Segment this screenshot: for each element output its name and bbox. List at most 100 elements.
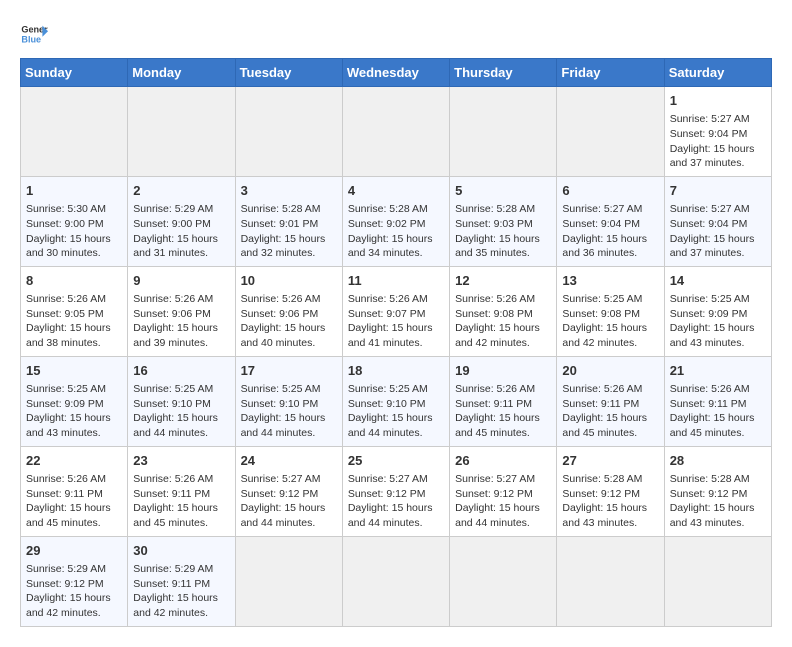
calendar-cell: 17 Sunrise: 5:25 AM Sunset: 9:10 PM Dayl…	[235, 356, 342, 446]
daylight-label: Daylight: 15 hours and 44 minutes.	[133, 412, 218, 439]
day-number: 24	[241, 452, 337, 470]
sunrise: Sunrise: 5:29 AM	[133, 203, 213, 215]
day-number: 5	[455, 182, 551, 200]
sunrise: Sunrise: 5:25 AM	[26, 383, 106, 395]
daylight-label: Daylight: 15 hours and 42 minutes.	[133, 592, 218, 619]
daylight-label: Daylight: 15 hours and 32 minutes.	[241, 233, 326, 260]
daylight-label: Daylight: 15 hours and 36 minutes.	[562, 233, 647, 260]
sunset: Sunset: 9:09 PM	[670, 308, 748, 320]
calendar-week-row: 8 Sunrise: 5:26 AM Sunset: 9:05 PM Dayli…	[21, 266, 772, 356]
day-number: 28	[670, 452, 766, 470]
daylight-label: Daylight: 15 hours and 42 minutes.	[26, 592, 111, 619]
day-number: 9	[133, 272, 229, 290]
sunrise: Sunrise: 5:28 AM	[670, 473, 750, 485]
sunrise: Sunrise: 5:26 AM	[26, 473, 106, 485]
day-number: 26	[455, 452, 551, 470]
sunset: Sunset: 9:06 PM	[133, 308, 211, 320]
logo-icon: General Blue	[20, 20, 48, 48]
sunset: Sunset: 9:11 PM	[562, 398, 639, 410]
sunrise: Sunrise: 5:26 AM	[670, 383, 750, 395]
calendar-cell	[342, 87, 449, 177]
sunset: Sunset: 9:09 PM	[26, 398, 104, 410]
sunrise: Sunrise: 5:27 AM	[348, 473, 428, 485]
calendar-cell: 1 Sunrise: 5:30 AM Sunset: 9:00 PM Dayli…	[21, 176, 128, 266]
calendar-week-row: 1 Sunrise: 5:30 AM Sunset: 9:00 PM Dayli…	[21, 176, 772, 266]
sunset: Sunset: 9:10 PM	[133, 398, 211, 410]
calendar-cell: 3 Sunrise: 5:28 AM Sunset: 9:01 PM Dayli…	[235, 176, 342, 266]
sunset: Sunset: 9:12 PM	[455, 488, 533, 500]
daylight-label: Daylight: 15 hours and 43 minutes.	[562, 502, 647, 529]
sunset: Sunset: 9:10 PM	[348, 398, 426, 410]
calendar-cell	[128, 87, 235, 177]
sunrise: Sunrise: 5:28 AM	[241, 203, 321, 215]
day-number: 3	[241, 182, 337, 200]
sunrise: Sunrise: 5:25 AM	[562, 293, 642, 305]
daylight-label: Daylight: 15 hours and 35 minutes.	[455, 233, 540, 260]
day-number: 16	[133, 362, 229, 380]
sunset: Sunset: 9:03 PM	[455, 218, 533, 230]
calendar-cell: 22 Sunrise: 5:26 AM Sunset: 9:11 PM Dayl…	[21, 446, 128, 536]
calendar-cell: 14 Sunrise: 5:25 AM Sunset: 9:09 PM Dayl…	[664, 266, 771, 356]
sunset: Sunset: 9:11 PM	[670, 398, 747, 410]
col-header-friday: Friday	[557, 59, 664, 87]
daylight-label: Daylight: 15 hours and 44 minutes.	[348, 412, 433, 439]
sunset: Sunset: 9:08 PM	[455, 308, 533, 320]
day-number: 11	[348, 272, 444, 290]
day-number: 29	[26, 542, 122, 560]
daylight-label: Daylight: 15 hours and 43 minutes.	[670, 322, 755, 349]
day-number: 23	[133, 452, 229, 470]
sunrise: Sunrise: 5:27 AM	[670, 203, 750, 215]
day-number: 4	[348, 182, 444, 200]
sunrise: Sunrise: 5:26 AM	[133, 293, 213, 305]
daylight-label: Daylight: 15 hours and 43 minutes.	[26, 412, 111, 439]
sunset: Sunset: 9:12 PM	[562, 488, 640, 500]
sunrise: Sunrise: 5:26 AM	[26, 293, 106, 305]
sunset: Sunset: 9:00 PM	[26, 218, 104, 230]
day-number: 18	[348, 362, 444, 380]
day-number: 1	[26, 182, 122, 200]
calendar-cell: 8 Sunrise: 5:26 AM Sunset: 9:05 PM Dayli…	[21, 266, 128, 356]
sunrise: Sunrise: 5:27 AM	[562, 203, 642, 215]
calendar-cell: 16 Sunrise: 5:25 AM Sunset: 9:10 PM Dayl…	[128, 356, 235, 446]
daylight-label: Daylight: 15 hours and 44 minutes.	[241, 412, 326, 439]
day-number: 15	[26, 362, 122, 380]
sunrise: Sunrise: 5:26 AM	[455, 293, 535, 305]
calendar-cell	[450, 536, 557, 626]
sunset: Sunset: 9:08 PM	[562, 308, 640, 320]
sunrise: Sunrise: 5:26 AM	[133, 473, 213, 485]
day-number: 10	[241, 272, 337, 290]
day-number: 21	[670, 362, 766, 380]
col-header-saturday: Saturday	[664, 59, 771, 87]
calendar-cell	[342, 536, 449, 626]
calendar-week-row: 29 Sunrise: 5:29 AM Sunset: 9:12 PM Dayl…	[21, 536, 772, 626]
sunrise: Sunrise: 5:25 AM	[241, 383, 321, 395]
calendar-cell: 23 Sunrise: 5:26 AM Sunset: 9:11 PM Dayl…	[128, 446, 235, 536]
daylight-label: Daylight: 15 hours and 38 minutes.	[26, 322, 111, 349]
calendar-cell: 30 Sunrise: 5:29 AM Sunset: 9:11 PM Dayl…	[128, 536, 235, 626]
sunset: Sunset: 9:07 PM	[348, 308, 426, 320]
col-header-sunday: Sunday	[21, 59, 128, 87]
daylight-label: Daylight: 15 hours and 30 minutes.	[26, 233, 111, 260]
sunrise: Sunrise: 5:28 AM	[348, 203, 428, 215]
sunset: Sunset: 9:12 PM	[348, 488, 426, 500]
daylight-label: Daylight: 15 hours and 31 minutes.	[133, 233, 218, 260]
sunset: Sunset: 9:00 PM	[133, 218, 211, 230]
daylight-label: Daylight: 15 hours and 45 minutes.	[670, 412, 755, 439]
day-number: 6	[562, 182, 658, 200]
sunrise: Sunrise: 5:25 AM	[670, 293, 750, 305]
daylight-label: Daylight: 15 hours and 39 minutes.	[133, 322, 218, 349]
sunset: Sunset: 9:10 PM	[241, 398, 319, 410]
daylight-label: Daylight: 15 hours and 42 minutes.	[455, 322, 540, 349]
calendar-cell	[235, 536, 342, 626]
calendar-cell: 21 Sunrise: 5:26 AM Sunset: 9:11 PM Dayl…	[664, 356, 771, 446]
sunrise: Sunrise: 5:25 AM	[133, 383, 213, 395]
daylight-label: Daylight: 15 hours and 45 minutes.	[26, 502, 111, 529]
day-number: 12	[455, 272, 551, 290]
calendar-cell: 11 Sunrise: 5:26 AM Sunset: 9:07 PM Dayl…	[342, 266, 449, 356]
sunrise: Sunrise: 5:27 AM	[241, 473, 321, 485]
daylight-label: Daylight: 15 hours and 45 minutes.	[133, 502, 218, 529]
calendar-cell: 20 Sunrise: 5:26 AM Sunset: 9:11 PM Dayl…	[557, 356, 664, 446]
header: General Blue	[20, 20, 772, 48]
day-number: 27	[562, 452, 658, 470]
day-number: 7	[670, 182, 766, 200]
